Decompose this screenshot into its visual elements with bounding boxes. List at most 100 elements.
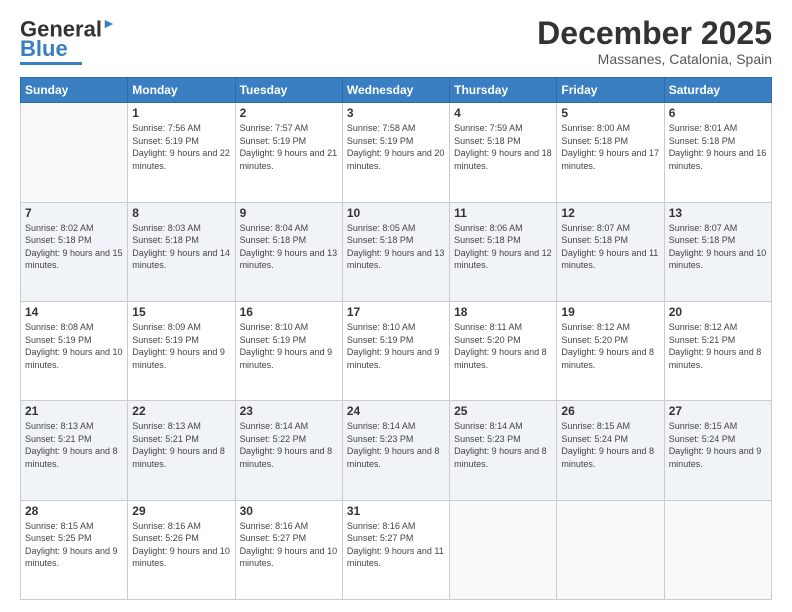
day-info: Sunrise: 8:01 AMSunset: 5:18 PMDaylight:… — [669, 122, 767, 172]
table-row: 8 Sunrise: 8:03 AMSunset: 5:18 PMDaylight… — [128, 202, 235, 301]
day-number: 26 — [561, 404, 659, 418]
day-number: 9 — [240, 206, 338, 220]
day-info: Sunrise: 8:04 AMSunset: 5:18 PMDaylight:… — [240, 222, 338, 272]
calendar-week-row: 7 Sunrise: 8:02 AMSunset: 5:18 PMDaylight… — [21, 202, 772, 301]
calendar-week-row: 21 Sunrise: 8:13 AMSunset: 5:21 PMDayligh… — [21, 401, 772, 500]
day-number: 21 — [25, 404, 123, 418]
day-number: 15 — [132, 305, 230, 319]
day-number: 6 — [669, 106, 767, 120]
day-info: Sunrise: 8:06 AMSunset: 5:18 PMDaylight:… — [454, 222, 552, 272]
logo-text-blue: Blue — [20, 38, 68, 60]
col-saturday: Saturday — [664, 78, 771, 103]
table-row: 9 Sunrise: 8:04 AMSunset: 5:18 PMDaylight… — [235, 202, 342, 301]
day-info: Sunrise: 8:14 AMSunset: 5:22 PMDaylight:… — [240, 420, 338, 470]
day-info: Sunrise: 8:03 AMSunset: 5:18 PMDaylight:… — [132, 222, 230, 272]
calendar-table: Sunday Monday Tuesday Wednesday Thursday… — [20, 77, 772, 600]
table-row: 11 Sunrise: 8:06 AMSunset: 5:18 PMDayligh… — [450, 202, 557, 301]
day-number: 16 — [240, 305, 338, 319]
table-row: 16 Sunrise: 8:10 AMSunset: 5:19 PMDayligh… — [235, 301, 342, 400]
day-number: 3 — [347, 106, 445, 120]
table-row: 5 Sunrise: 8:00 AMSunset: 5:18 PMDaylight… — [557, 103, 664, 202]
logo-underline — [20, 62, 82, 65]
page: General► Blue December 2025 Massanes, Ca… — [0, 0, 792, 612]
table-row: 31 Sunrise: 8:16 AMSunset: 5:27 PMDayligh… — [342, 500, 449, 599]
header: General► Blue December 2025 Massanes, Ca… — [20, 16, 772, 67]
calendar-week-row: 1Sunrise: 7:56 AMSunset: 5:19 PMDaylight… — [21, 103, 772, 202]
day-number: 5 — [561, 106, 659, 120]
day-info: Sunrise: 7:57 AMSunset: 5:19 PMDaylight:… — [240, 122, 338, 172]
col-friday: Friday — [557, 78, 664, 103]
table-row: 22 Sunrise: 8:13 AMSunset: 5:21 PMDayligh… — [128, 401, 235, 500]
day-number: 7 — [25, 206, 123, 220]
day-info: Sunrise: 8:02 AMSunset: 5:18 PMDaylight:… — [25, 222, 123, 272]
table-row: 14Sunrise: 8:08 AMSunset: 5:19 PMDayligh… — [21, 301, 128, 400]
day-info: Sunrise: 8:15 AMSunset: 5:24 PMDaylight:… — [561, 420, 659, 470]
day-info: Sunrise: 8:13 AMSunset: 5:21 PMDaylight:… — [132, 420, 230, 470]
day-number: 8 — [132, 206, 230, 220]
table-row — [21, 103, 128, 202]
day-info: Sunrise: 7:59 AMSunset: 5:18 PMDaylight:… — [454, 122, 552, 172]
day-info: Sunrise: 8:13 AMSunset: 5:21 PMDaylight:… — [25, 420, 123, 470]
col-monday: Monday — [128, 78, 235, 103]
day-number: 22 — [132, 404, 230, 418]
table-row: 29Sunrise: 8:16 AMSunset: 5:26 PMDayligh… — [128, 500, 235, 599]
day-number: 27 — [669, 404, 767, 418]
table-row: 4Sunrise: 7:59 AMSunset: 5:18 PMDaylight… — [450, 103, 557, 202]
col-tuesday: Tuesday — [235, 78, 342, 103]
day-info: Sunrise: 8:12 AMSunset: 5:21 PMDaylight:… — [669, 321, 767, 371]
day-info: Sunrise: 8:10 AMSunset: 5:19 PMDaylight:… — [240, 321, 338, 371]
day-info: Sunrise: 8:16 AMSunset: 5:27 PMDaylight:… — [347, 520, 445, 570]
table-row: 18 Sunrise: 8:11 AMSunset: 5:20 PMDayligh… — [450, 301, 557, 400]
table-row: 27 Sunrise: 8:15 AMSunset: 5:24 PMDayligh… — [664, 401, 771, 500]
table-row: 28Sunrise: 8:15 AMSunset: 5:25 PMDayligh… — [21, 500, 128, 599]
day-number: 11 — [454, 206, 552, 220]
day-number: 12 — [561, 206, 659, 220]
day-number: 29 — [132, 504, 230, 518]
calendar-week-row: 14Sunrise: 8:08 AMSunset: 5:19 PMDayligh… — [21, 301, 772, 400]
day-number: 24 — [347, 404, 445, 418]
day-number: 30 — [240, 504, 338, 518]
title-area: December 2025 Massanes, Catalonia, Spain — [537, 16, 772, 67]
day-number: 2 — [240, 106, 338, 120]
location: Massanes, Catalonia, Spain — [537, 51, 772, 67]
table-row — [664, 500, 771, 599]
table-row: 10Sunrise: 8:05 AMSunset: 5:18 PMDayligh… — [342, 202, 449, 301]
table-row: 7 Sunrise: 8:02 AMSunset: 5:18 PMDaylight… — [21, 202, 128, 301]
table-row: 19Sunrise: 8:12 AMSunset: 5:20 PMDayligh… — [557, 301, 664, 400]
table-row: 15 Sunrise: 8:09 AMSunset: 5:19 PMDayligh… — [128, 301, 235, 400]
day-number: 25 — [454, 404, 552, 418]
day-info: Sunrise: 7:58 AMSunset: 5:19 PMDaylight:… — [347, 122, 445, 172]
calendar-header-row: Sunday Monday Tuesday Wednesday Thursday… — [21, 78, 772, 103]
col-sunday: Sunday — [21, 78, 128, 103]
table-row: 3 Sunrise: 7:58 AMSunset: 5:19 PMDaylight… — [342, 103, 449, 202]
day-info: Sunrise: 8:09 AMSunset: 5:19 PMDaylight:… — [132, 321, 230, 371]
day-number: 13 — [669, 206, 767, 220]
day-number: 10 — [347, 206, 445, 220]
table-row: 20 Sunrise: 8:12 AMSunset: 5:21 PMDayligh… — [664, 301, 771, 400]
day-number: 23 — [240, 404, 338, 418]
table-row: 12 Sunrise: 8:07 AMSunset: 5:18 PMDayligh… — [557, 202, 664, 301]
day-info: Sunrise: 8:15 AMSunset: 5:24 PMDaylight:… — [669, 420, 767, 470]
day-info: Sunrise: 8:12 AMSunset: 5:20 PMDaylight:… — [561, 321, 659, 371]
day-info: Sunrise: 8:08 AMSunset: 5:19 PMDaylight:… — [25, 321, 123, 371]
table-row: 1Sunrise: 7:56 AMSunset: 5:19 PMDaylight… — [128, 103, 235, 202]
table-row: 30 Sunrise: 8:16 AMSunset: 5:27 PMDayligh… — [235, 500, 342, 599]
day-info: Sunrise: 8:11 AMSunset: 5:20 PMDaylight:… — [454, 321, 552, 371]
table-row: 23 Sunrise: 8:14 AMSunset: 5:22 PMDayligh… — [235, 401, 342, 500]
col-wednesday: Wednesday — [342, 78, 449, 103]
day-info: Sunrise: 8:00 AMSunset: 5:18 PMDaylight:… — [561, 122, 659, 172]
day-info: Sunrise: 7:56 AMSunset: 5:19 PMDaylight:… — [132, 122, 230, 172]
day-info: Sunrise: 8:07 AMSunset: 5:18 PMDaylight:… — [561, 222, 659, 272]
table-row: 17Sunrise: 8:10 AMSunset: 5:19 PMDayligh… — [342, 301, 449, 400]
day-info: Sunrise: 8:15 AMSunset: 5:25 PMDaylight:… — [25, 520, 123, 570]
day-number: 31 — [347, 504, 445, 518]
table-row: 26 Sunrise: 8:15 AMSunset: 5:24 PMDayligh… — [557, 401, 664, 500]
logo: General► Blue — [20, 16, 116, 65]
day-number: 20 — [669, 305, 767, 319]
day-info: Sunrise: 8:07 AMSunset: 5:18 PMDaylight:… — [669, 222, 767, 272]
month-title: December 2025 — [537, 16, 772, 51]
day-number: 18 — [454, 305, 552, 319]
table-row: 2 Sunrise: 7:57 AMSunset: 5:19 PMDaylight… — [235, 103, 342, 202]
logo-icon: ► — [102, 15, 116, 31]
day-info: Sunrise: 8:16 AMSunset: 5:27 PMDaylight:… — [240, 520, 338, 570]
